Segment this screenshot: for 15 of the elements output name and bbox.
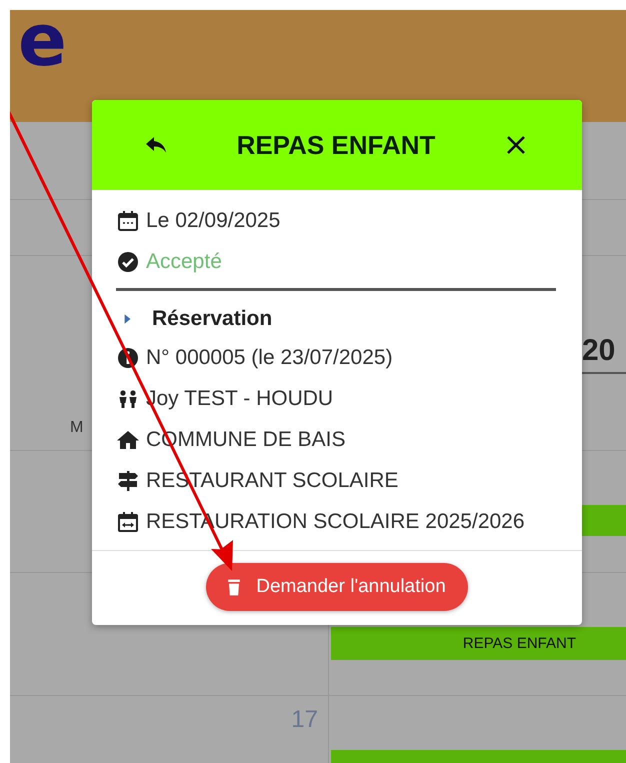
- status-text: Accepté: [146, 250, 222, 274]
- day-number: 17: [291, 706, 318, 734]
- detail-text: N° 000005 (le 23/07/2025): [146, 346, 393, 370]
- calendar-icon: [116, 208, 140, 232]
- event-bar[interactable]: REPAS ENFANT: [331, 627, 626, 660]
- section-title: Réservation: [152, 307, 272, 331]
- logo-text: e: [18, 10, 67, 70]
- signpost-icon: [116, 468, 140, 492]
- date-text: Le 02/09/2025: [146, 208, 280, 232]
- check-circle-icon: [116, 250, 140, 274]
- event-label: REPAS ENFANT: [462, 635, 576, 652]
- column-heading: M: [70, 419, 84, 437]
- calendar-range-icon: [116, 510, 140, 534]
- cancel-request-button[interactable]: Demander l'annulation: [206, 563, 468, 611]
- dialog-title: REPAS ENFANT: [236, 130, 436, 160]
